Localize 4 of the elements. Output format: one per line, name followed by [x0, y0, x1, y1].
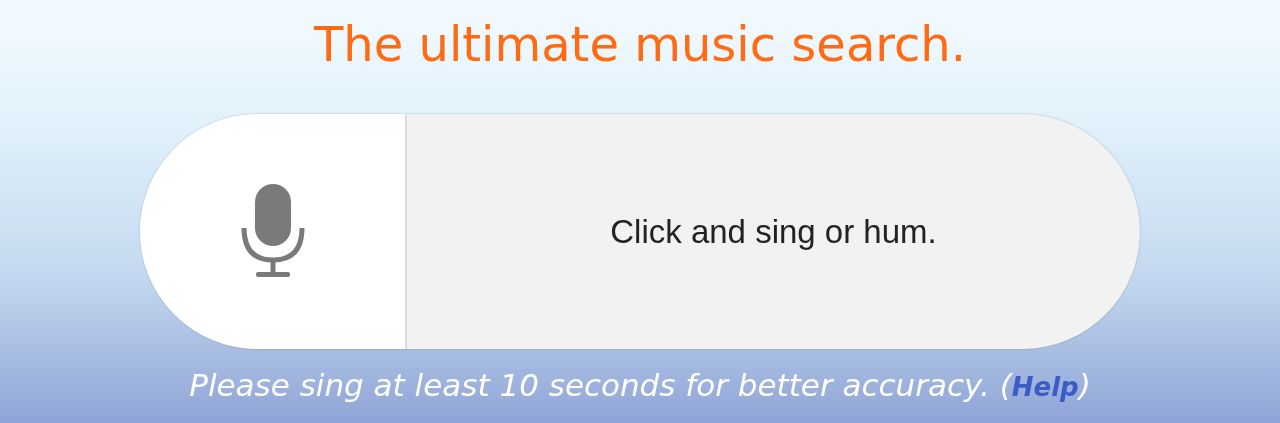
- record-button[interactable]: Click and sing or hum.: [140, 114, 1140, 349]
- record-prompt: Click and sing or hum.: [610, 212, 937, 251]
- accuracy-hint: Please sing at least 10 seconds for better accuracy. (Help): [189, 367, 1091, 403]
- page-heading: The ultimate music search.: [313, 15, 967, 74]
